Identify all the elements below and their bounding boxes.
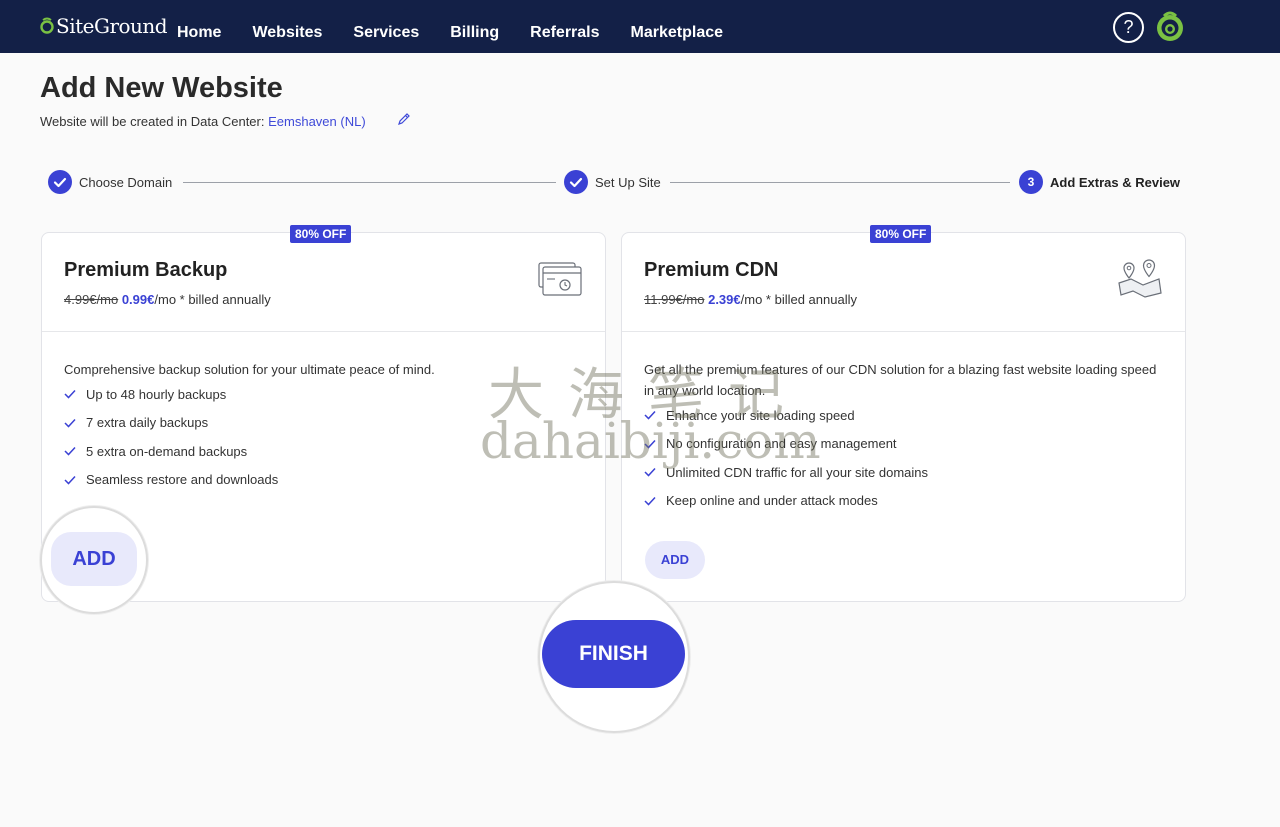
nav-home[interactable]: Home: [177, 24, 221, 42]
top-nav-bar: SiteGround Home Websites Services Billin…: [0, 0, 1280, 53]
pencil-icon[interactable]: [397, 112, 411, 126]
step-1-check-icon: [48, 170, 72, 194]
feature-list: Enhance your site loading speed No confi…: [644, 401, 928, 515]
new-price: 2.39€: [708, 292, 741, 307]
list-item: Enhance your site loading speed: [644, 401, 928, 430]
list-item: Up to 48 hourly backups: [64, 380, 278, 409]
data-center-prefix: Website will be created in Data Center:: [40, 114, 265, 129]
user-avatar-icon[interactable]: [1154, 11, 1186, 43]
add-cdn-button[interactable]: ADD: [645, 541, 705, 579]
card-divider: [42, 331, 605, 332]
price-suffix: /mo * billed annually: [740, 292, 857, 307]
list-item: No configuration and easy management: [644, 430, 928, 459]
list-item: Unlimited CDN traffic for all your site …: [644, 458, 928, 487]
check-icon: [64, 390, 76, 399]
nav-services[interactable]: Services: [353, 24, 419, 42]
page-title: Add New Website: [40, 72, 283, 104]
check-icon: [64, 447, 76, 456]
feature-text: Up to 48 hourly backups: [86, 386, 227, 402]
list-item: Seamless restore and downloads: [64, 466, 278, 495]
nav-marketplace[interactable]: Marketplace: [631, 24, 724, 42]
list-item: 5 extra on-demand backups: [64, 437, 278, 466]
discount-badge: 80% OFF: [290, 225, 352, 243]
card-description: Get all the premium features of our CDN …: [644, 362, 1157, 398]
feature-text: 5 extra on-demand backups: [86, 443, 248, 459]
step-2-label: Set Up Site: [595, 175, 661, 190]
check-icon: [644, 468, 656, 477]
card-description: Comprehensive backup solution for your u…: [64, 362, 435, 377]
step-connector-2: [670, 182, 1010, 183]
feature-text: No configuration and easy management: [666, 436, 897, 452]
feature-text: Unlimited CDN traffic for all your site …: [666, 464, 929, 480]
list-item: 7 extra daily backups: [64, 409, 278, 438]
step-1-label: Choose Domain: [79, 175, 173, 190]
discount-badge: 80% OFF: [870, 225, 932, 243]
nav-referrals[interactable]: Referrals: [530, 24, 599, 42]
card-divider: [622, 331, 1185, 332]
feature-list: Up to 48 hourly backups 7 extra daily ba…: [64, 380, 278, 494]
premium-cdn-card: 80% OFF Premium CDN 11.99€/mo 2.39€/mo *…: [621, 225, 1186, 602]
check-icon: [64, 475, 76, 485]
list-item: Keep online and under attack modes: [644, 487, 928, 516]
data-center-info: Website will be created in Data Center: …: [40, 114, 366, 129]
step-3-label: Add Extras & Review: [1050, 175, 1181, 190]
check-icon: [644, 496, 656, 506]
data-center-link[interactable]: Eemshaven (NL): [268, 114, 366, 129]
feature-text: 7 extra daily backups: [86, 415, 209, 431]
step-2-check-icon: [564, 170, 588, 194]
backup-calendar-icon: [538, 262, 582, 296]
logo-text: SiteGround: [56, 14, 168, 38]
main-nav: Home Websites Services Billing Referrals…: [177, 24, 754, 42]
card-price: 11.99€/mo 2.39€/mo * billed annually: [644, 292, 857, 307]
step-connector-1: [183, 182, 556, 183]
map-pins-icon: [1118, 259, 1162, 298]
siteground-logo-icon: [40, 17, 54, 34]
feature-text: Enhance your site loading speed: [666, 407, 855, 423]
card-title: Premium Backup: [64, 259, 228, 281]
feature-text: Keep online and under attack modes: [666, 493, 878, 509]
siteground-logo[interactable]: SiteGround: [40, 14, 168, 38]
step-3-number: 3: [1019, 170, 1043, 194]
feature-text: Seamless restore and downloads: [86, 472, 279, 488]
card-title: Premium CDN: [644, 259, 779, 281]
new-price: 0.99€: [121, 292, 155, 307]
check-icon: [64, 418, 76, 428]
finish-button[interactable]: FINISH: [542, 620, 685, 688]
add-backup-button[interactable]: ADD: [51, 532, 137, 586]
old-price: 11.99€/mo: [644, 292, 705, 307]
old-price: 4.99€/mo: [64, 292, 119, 307]
nav-billing[interactable]: Billing: [450, 24, 499, 42]
nav-websites[interactable]: Websites: [252, 24, 322, 42]
help-icon[interactable]: ?: [1113, 12, 1144, 43]
card-price: 4.99€/mo 0.99€/mo * billed annually: [64, 292, 271, 307]
check-icon: [644, 439, 656, 449]
check-icon: [644, 411, 656, 420]
price-suffix: /mo * billed annually: [154, 292, 271, 307]
